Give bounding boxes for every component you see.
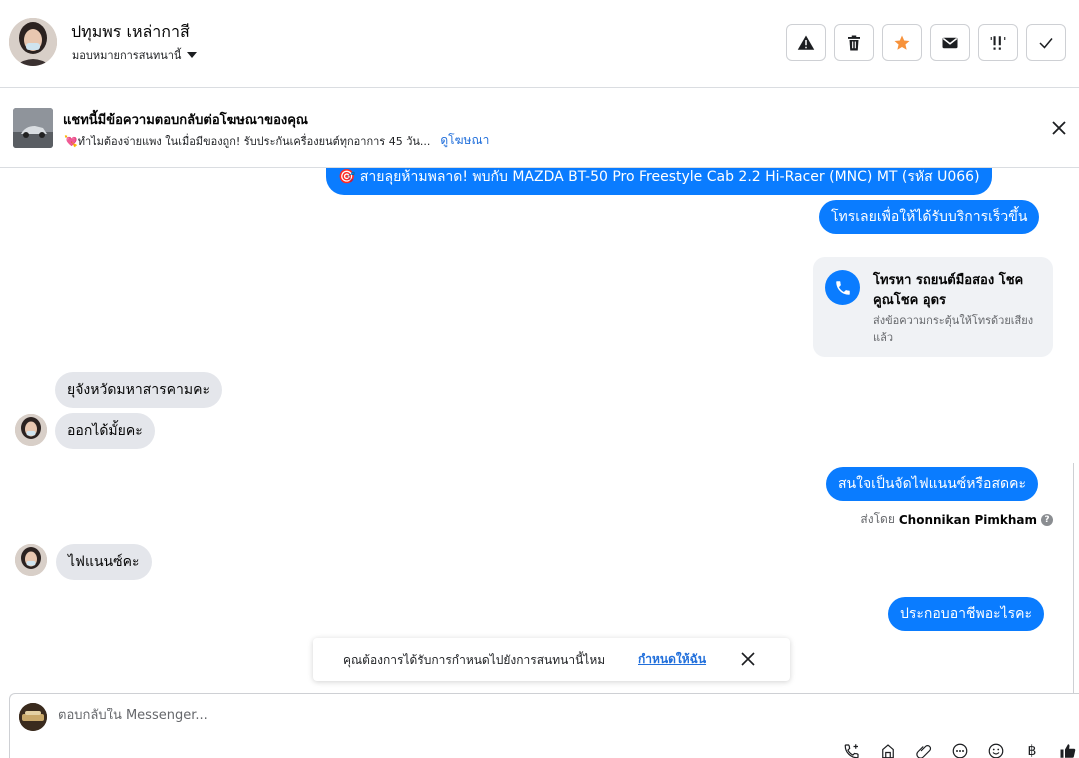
more-icon <box>952 743 968 758</box>
ad-banner-subtitle: 💘ทำไมต้องจ่ายแพง ในเมื่อมีของถูก! รับประ… <box>64 131 489 150</box>
message-thread[interactable]: 🎯 สายลุยห้ามพลาด! พบกับ MAZDA BT-50 Pro … <box>0 168 1079 693</box>
close-icon <box>1052 121 1066 135</box>
conversation-header: ปทุมพร เหล่ากาสี มอบหมายการสนทนานี้ <box>0 0 1079 88</box>
attach-icon <box>916 745 932 758</box>
call-card-subtitle: ส่งข้อความกระตุ้นให้โทรด้วยเสียงแล้ว <box>873 314 1034 344</box>
star-icon <box>894 35 910 50</box>
outgoing-message[interactable]: โทรเลยเพื่อให้ได้รับบริการเร็วขึ้น <box>819 200 1040 234</box>
check-icon <box>1039 37 1053 49</box>
sender-name: Chonnikan Pimkham <box>898 512 1037 527</box>
saved-reply-button[interactable] <box>877 740 899 758</box>
like-icon <box>1060 744 1076 758</box>
incoming-message[interactable]: ยุจังหวัดมหาสารคามคะ <box>55 372 223 408</box>
mark-done-button[interactable] <box>1026 24 1066 61</box>
close-icon <box>741 652 755 666</box>
ad-thumbnail <box>13 108 53 148</box>
close-toast-button[interactable] <box>739 650 757 668</box>
trash-icon <box>848 35 860 50</box>
contact-name[interactable]: ปทุมพร เหล่ากาสี <box>71 20 190 45</box>
outgoing-message[interactable]: ประกอบอาชีพอะไรคะ <box>888 597 1045 631</box>
outgoing-message[interactable]: 🎯 สายลุยห้ามพลาด! พบกับ MAZDA BT-50 Pro … <box>326 168 992 195</box>
incoming-message[interactable]: ออกได้มั้ยคะ <box>55 413 155 449</box>
attach-button[interactable] <box>913 740 935 758</box>
assign-to-me-link[interactable]: กำหนดให้ฉัน <box>638 650 706 669</box>
contact-avatar-small[interactable] <box>15 414 47 446</box>
contact-avatar-small[interactable] <box>15 544 47 576</box>
call-request-card[interactable]: โทรหา รถยนต์มือสอง โชคคูณโชค อุดร ส่งข้อ… <box>813 257 1053 357</box>
saved-reply-icon <box>882 744 894 758</box>
baht-icon: ฿ <box>1027 743 1037 758</box>
composer-toolbar: ฿ <box>841 740 1079 758</box>
follow-up-icon <box>990 35 1006 50</box>
assign-conversation-dropdown[interactable]: มอบหมายการสนทนานี้ <box>72 46 198 64</box>
assign-prompt-toast: คุณต้องการได้รับการกำหนดไปยังการสนทนานี้… <box>313 638 790 681</box>
mark-spam-button[interactable] <box>786 24 826 61</box>
ad-banner-title: แชทนี้มีข้อความตอบกลับต่อโฆษณาของคุณ <box>63 113 308 128</box>
warning-icon <box>797 35 815 50</box>
sent-by-label: ส่งโดย Chonnikan Pimkham ? <box>860 510 1053 529</box>
call-card-title: โทรหา รถยนต์มือสอง โชคคูณโชค อุดร <box>873 273 1024 308</box>
incoming-message[interactable]: ไฟแนนซ์คะ <box>56 544 152 580</box>
delete-button[interactable] <box>834 24 874 61</box>
help-icon[interactable]: ? <box>1041 513 1053 526</box>
contact-avatar[interactable] <box>9 18 57 66</box>
reply-input[interactable] <box>58 708 758 723</box>
page-avatar <box>19 703 47 731</box>
caret-down-icon <box>187 52 198 58</box>
more-button[interactable] <box>949 740 971 758</box>
emoji-button[interactable] <box>985 740 1007 758</box>
star-button[interactable] <box>882 24 922 61</box>
sent-by-prefix: ส่งโดย <box>860 512 895 526</box>
side-panel-edge <box>1073 463 1079 693</box>
reply-composer: ฿ <box>9 693 1079 758</box>
payment-button[interactable]: ฿ <box>1021 740 1043 758</box>
call-add-icon <box>844 744 859 758</box>
call-add-button[interactable] <box>841 740 863 758</box>
emoji-icon <box>988 743 1004 758</box>
envelope-icon <box>942 37 958 48</box>
close-banner-button[interactable] <box>1047 116 1071 140</box>
assign-prompt-text: คุณต้องการได้รับการกำหนดไปยังการสนทนานี้… <box>343 653 606 667</box>
ad-reply-banner: แชทนี้มีข้อความตอบกลับต่อโฆษณาของคุณ 💘ทำ… <box>0 88 1079 168</box>
follow-up-button[interactable] <box>978 24 1018 61</box>
outgoing-message[interactable]: สนใจเป็นจัดไฟแนนซ์หรือสดคะ <box>826 467 1038 501</box>
ad-snippet: 💘ทำไมต้องจ่ายแพง ในเมื่อมีของถูก! รับประ… <box>64 134 431 148</box>
conversation-actions <box>786 24 1066 61</box>
phone-icon <box>825 270 860 305</box>
like-button[interactable] <box>1057 740 1079 758</box>
assign-label: มอบหมายการสนทนานี้ <box>72 49 182 62</box>
mark-unread-button[interactable] <box>930 24 970 61</box>
view-ad-link[interactable]: ดูโฆษณา <box>440 131 489 150</box>
